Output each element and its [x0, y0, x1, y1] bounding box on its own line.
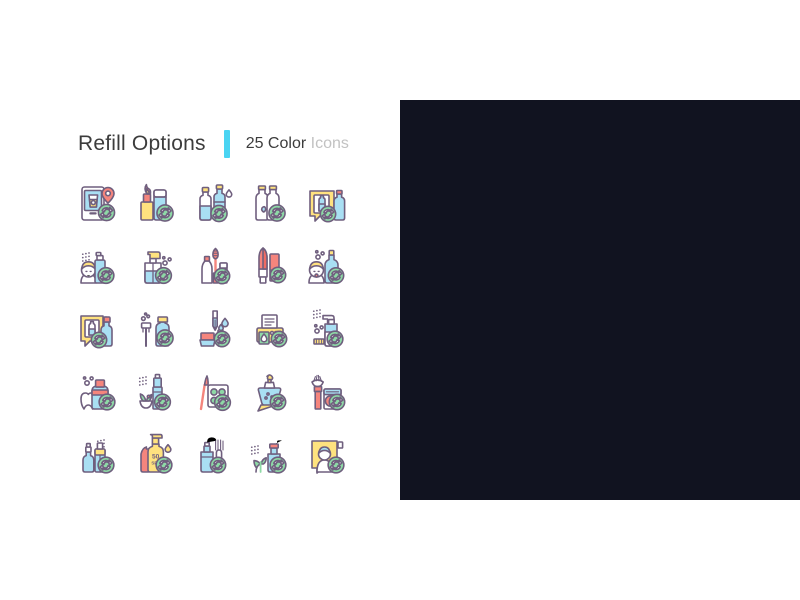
recycle-badge: [154, 455, 173, 474]
recycle-badge: [97, 392, 116, 411]
light-mouthwash-refill-icon[interactable]: [70, 361, 127, 424]
light-water-bottle-refill-icon[interactable]: [184, 172, 241, 235]
recycle-badge: [213, 393, 231, 411]
perfume-refill-glyph: [307, 249, 344, 284]
light-soap-dispenser-refill-icon[interactable]: [127, 235, 184, 298]
vending-bottle-refill-glyph: [308, 189, 345, 222]
recycle-badge: [96, 455, 115, 474]
toothpaste-refill-glyph: [199, 436, 226, 473]
lipstick-refill-glyph: [257, 246, 286, 284]
light-theme-panel: Refill Options 25 Color Icons 50: [0, 0, 400, 600]
pastry-bag-refill-glyph: [256, 373, 286, 412]
subtitle-strong: 25 Color: [245, 135, 307, 152]
toiletries-refill-glyph: [81, 438, 115, 474]
printer-ink-refill-glyph: [255, 313, 287, 347]
title-divider: [223, 130, 230, 158]
light-toothpaste-refill-icon[interactable]: [184, 424, 241, 487]
light-lighter-refill-icon[interactable]: [127, 172, 184, 235]
dark-theme-panel: 50 SPF: [400, 100, 800, 500]
light-icon-grid: 50 SPF: [70, 172, 355, 487]
light-toiletries-refill-icon[interactable]: [70, 424, 127, 487]
recycle-badge: [326, 455, 345, 474]
light-dispenser-station-refill-icon[interactable]: [70, 298, 127, 361]
recycle-badge: [155, 203, 174, 222]
light-paint-palette-refill-icon[interactable]: [184, 361, 241, 424]
page-subtitle: 25 Color Icons: [246, 135, 349, 153]
lighter-refill-glyph: [139, 183, 174, 222]
deodorant-refill-glyph: [138, 373, 171, 411]
recycle-badge: [269, 393, 286, 410]
mascara-refill-glyph: [200, 247, 230, 284]
light-spray-cleaner-refill-icon[interactable]: [298, 298, 355, 361]
recycle-badge: [97, 203, 115, 221]
recycle-badge: [155, 328, 174, 347]
dispenser-station-refill-glyph: [79, 314, 113, 348]
coffee-refill-app-glyph: [80, 185, 115, 221]
light-garden-sprayer-refill-icon[interactable]: [241, 424, 298, 487]
light-coffee-refill-app-icon[interactable]: [70, 172, 127, 235]
recycle-badge: [213, 267, 230, 284]
hairspray-refill-glyph: [79, 251, 115, 284]
recycle-badge: [267, 203, 286, 222]
recycle-badge: [154, 266, 172, 284]
poster-canvas: Refill Options 25 Color Icons 50: [0, 0, 800, 600]
light-hairspray-refill-icon[interactable]: [70, 235, 127, 298]
ink-pen-refill-glyph: [198, 309, 230, 347]
light-dispenser-cabinet-refill-icon[interactable]: [298, 424, 355, 487]
recycle-badge: [319, 205, 336, 222]
light-mop-cleaner-refill-icon[interactable]: [127, 298, 184, 361]
light-deodorant-refill-icon[interactable]: [127, 361, 184, 424]
makeup-brush-refill-glyph: [310, 374, 345, 410]
mouthwash-refill-glyph: [79, 375, 116, 411]
recycle-badge: [209, 456, 226, 473]
title-block: Refill Options 25 Color Icons: [78, 127, 349, 161]
light-lipstick-refill-icon[interactable]: [241, 235, 298, 298]
recycle-badge: [213, 330, 230, 347]
recycle-badge: [90, 331, 107, 348]
recycle-badge: [268, 455, 287, 474]
mop-cleaner-refill-glyph: [140, 311, 174, 347]
recycle-badge: [328, 393, 345, 410]
paint-palette-refill-glyph: [199, 374, 231, 411]
light-mascara-refill-icon[interactable]: [184, 235, 241, 298]
recycle-badge: [209, 204, 228, 222]
soap-dispenser-refill-glyph: [143, 250, 172, 284]
light-sunscreen-refill-icon[interactable]: 50 SPF: [127, 424, 184, 487]
light-printer-ink-refill-icon[interactable]: [241, 298, 298, 361]
recycle-badge: [325, 329, 344, 348]
recycle-badge: [270, 330, 287, 347]
recycle-badge: [327, 266, 344, 284]
recycle-badge: [269, 266, 286, 283]
recycle-badge: [153, 392, 171, 411]
light-perfume-refill-icon[interactable]: [298, 235, 355, 298]
dispenser-cabinet-refill-glyph: [310, 439, 345, 474]
subtitle-muted: Icons: [310, 135, 349, 152]
light-makeup-brush-refill-icon[interactable]: [298, 361, 355, 424]
water-bottle-refill-glyph: [198, 183, 233, 222]
spray-cleaner-refill-glyph: [312, 308, 344, 348]
page-title: Refill Options: [78, 132, 206, 155]
light-vending-bottle-refill-icon[interactable]: [298, 172, 355, 235]
milk-bottle-refill-glyph: [254, 184, 286, 222]
garden-sprayer-refill-glyph: [250, 439, 287, 474]
light-ink-pen-refill-icon[interactable]: [184, 298, 241, 361]
recycle-badge: [96, 266, 115, 284]
sunscreen-refill-glyph: 50 SPF: [139, 433, 173, 474]
light-milk-bottle-refill-icon[interactable]: [241, 172, 298, 235]
light-pastry-bag-refill-icon[interactable]: [241, 361, 298, 424]
